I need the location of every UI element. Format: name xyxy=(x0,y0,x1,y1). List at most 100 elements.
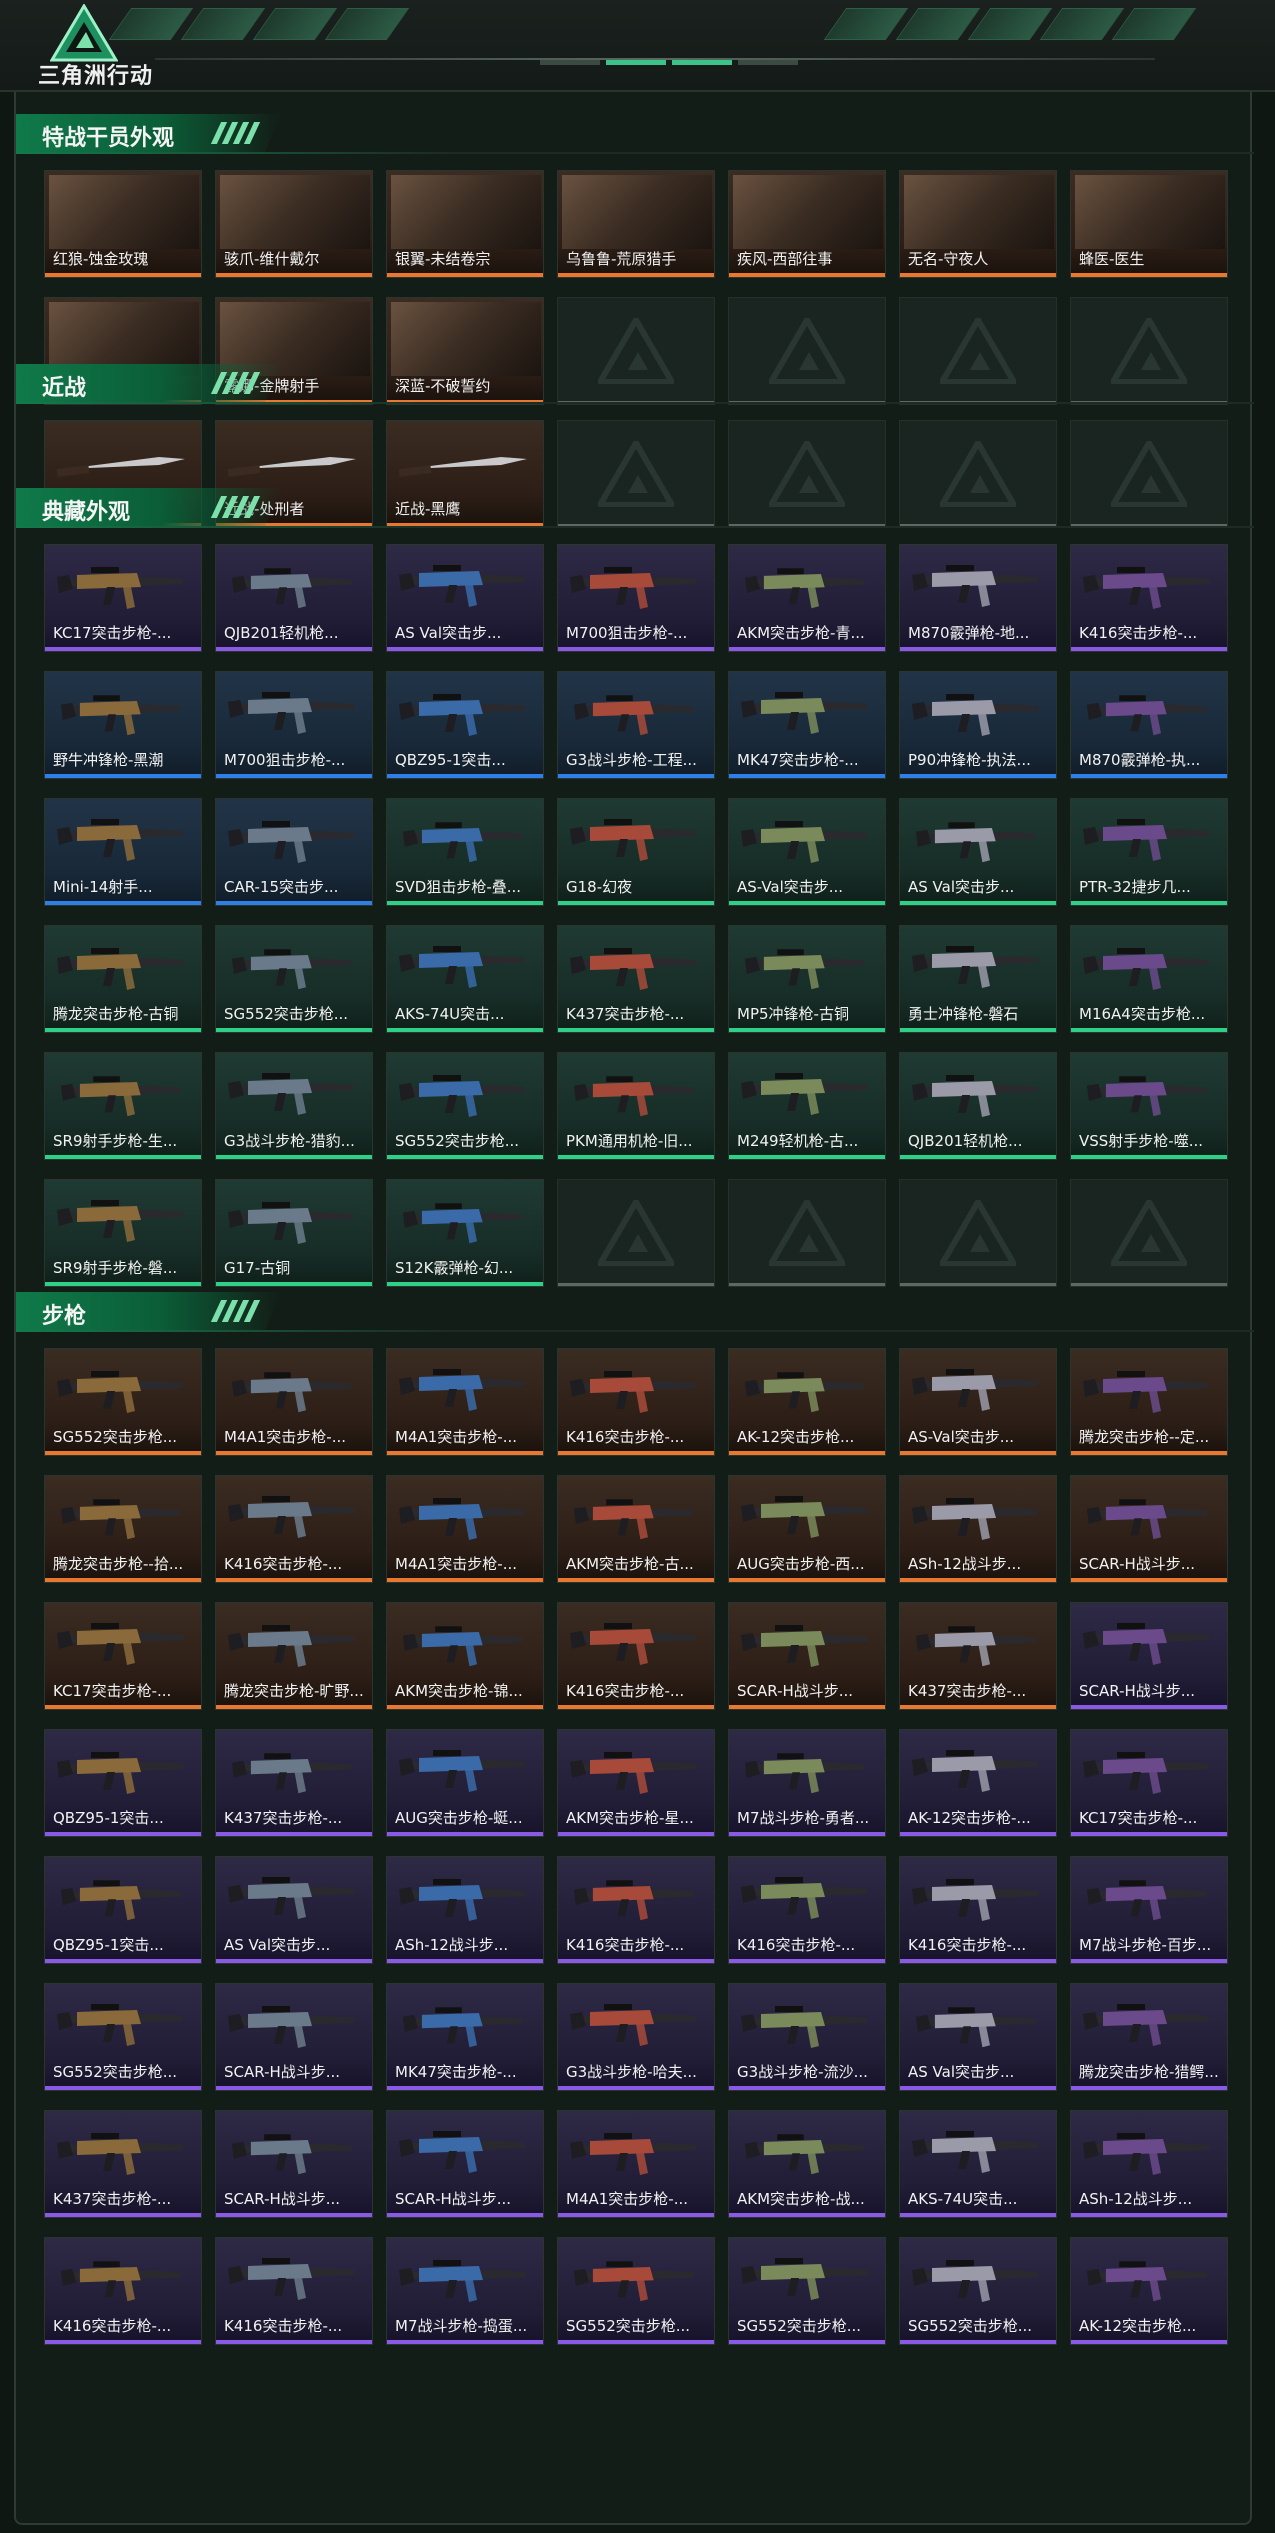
weapon-skin-card[interactable]: AS-Val突击步... xyxy=(899,1348,1057,1456)
weapon-skin-card[interactable]: SCAR-H战斗步... xyxy=(1070,1475,1228,1583)
weapon-skin-card[interactable]: AKS-74U突击... xyxy=(899,2110,1057,2218)
operator-skin-card[interactable]: 银翼-未结卷宗 xyxy=(386,170,544,278)
operator-skin-card[interactable]: 蜂医-医生 xyxy=(1070,170,1228,278)
weapon-skin-card[interactable]: PTR-32捷步几... xyxy=(1070,798,1228,906)
weapon-skin-card[interactable]: AK-12突击步枪-... xyxy=(899,1729,1057,1837)
weapon-skin-card[interactable]: SCAR-H战斗步... xyxy=(215,1983,373,2091)
weapon-skin-card[interactable]: 腾龙突击步枪-旷野... xyxy=(215,1602,373,1710)
weapon-skin-card[interactable]: ASh-12战斗步... xyxy=(386,1856,544,1964)
operator-skin-card[interactable]: 乌鲁鲁-荒原猎手 xyxy=(557,170,715,278)
weapon-skin-card[interactable]: M7战斗步枪-勇者... xyxy=(728,1729,886,1837)
weapon-skin-card[interactable]: QBZ95-1突击... xyxy=(386,671,544,779)
weapon-skin-card[interactable]: K437突击步枪-... xyxy=(557,925,715,1033)
weapon-skin-card[interactable]: 腾龙突击步枪-猎鳄... xyxy=(1070,1983,1228,2091)
weapon-skin-card[interactable]: M4A1突击步枪-... xyxy=(215,1348,373,1456)
weapon-skin-card[interactable]: SG552突击步枪... xyxy=(215,925,373,1033)
weapon-skin-card[interactable]: K416突击步枪-... xyxy=(215,2237,373,2345)
weapon-skin-card[interactable]: M7战斗步枪-百步... xyxy=(1070,1856,1228,1964)
weapon-skin-card[interactable]: K416突击步枪-... xyxy=(557,1856,715,1964)
weapon-skin-card[interactable]: VSS射手步枪-噬... xyxy=(1070,1052,1228,1160)
weapon-skin-card[interactable]: G18-幻夜 xyxy=(557,798,715,906)
weapon-skin-card[interactable]: AKM突击步枪-青... xyxy=(728,544,886,652)
weapon-skin-card[interactable]: SG552突击步枪... xyxy=(557,2237,715,2345)
weapon-skin-card[interactable]: K416突击步枪-... xyxy=(1070,544,1228,652)
weapon-skin-card[interactable]: AKM突击步枪-锦... xyxy=(386,1602,544,1710)
weapon-skin-card[interactable]: M4A1突击步枪-... xyxy=(557,2110,715,2218)
weapon-skin-card[interactable]: K416突击步枪-... xyxy=(899,1856,1057,1964)
operator-skin-card[interactable]: 骇爪-维什戴尔 xyxy=(215,170,373,278)
weapon-skin-card[interactable]: PKM通用机枪-旧... xyxy=(557,1052,715,1160)
weapon-skin-card[interactable]: SR9射手步枪-生... xyxy=(44,1052,202,1160)
weapon-skin-card[interactable]: QBZ95-1突击... xyxy=(44,1729,202,1837)
weapon-skin-card[interactable]: AS Val突击步... xyxy=(899,1983,1057,2091)
weapon-skin-card[interactable]: SG552突击步枪... xyxy=(899,2237,1057,2345)
melee-skin-card[interactable]: 近战-黑鹰 xyxy=(386,420,544,528)
operator-skin-card[interactable]: 深蓝-不破誓约 xyxy=(386,297,544,405)
weapon-skin-card[interactable]: AUG突击步枪-西... xyxy=(728,1475,886,1583)
weapon-skin-card[interactable]: AKM突击步枪-古... xyxy=(557,1475,715,1583)
weapon-skin-card[interactable]: Mini-14射手... xyxy=(44,798,202,906)
weapon-skin-card[interactable]: AK-12突击步枪... xyxy=(728,1348,886,1456)
weapon-skin-card[interactable]: M4A1突击步枪-... xyxy=(386,1348,544,1456)
weapon-skin-card[interactable]: SG552突击步枪... xyxy=(728,2237,886,2345)
weapon-skin-card[interactable]: AUG突击步枪-蜓... xyxy=(386,1729,544,1837)
weapon-skin-card[interactable]: M7战斗步枪-捣蛋... xyxy=(386,2237,544,2345)
weapon-skin-card[interactable]: M700狙击步枪-... xyxy=(215,671,373,779)
weapon-skin-card[interactable]: QJB201轻机枪... xyxy=(899,1052,1057,1160)
weapon-skin-card[interactable]: SCAR-H战斗步... xyxy=(215,2110,373,2218)
weapon-skin-card[interactable]: M700狙击步枪-... xyxy=(557,544,715,652)
weapon-skin-card[interactable]: AS Val突击步... xyxy=(215,1856,373,1964)
weapon-skin-card[interactable]: 腾龙突击步枪-古铜 xyxy=(44,925,202,1033)
weapon-skin-card[interactable]: SCAR-H战斗步... xyxy=(386,2110,544,2218)
weapon-skin-card[interactable]: ASh-12战斗步... xyxy=(899,1475,1057,1583)
weapon-skin-card[interactable]: QJB201轻机枪... xyxy=(215,544,373,652)
weapon-skin-card[interactable]: SVD狙击步枪-叠... xyxy=(386,798,544,906)
weapon-skin-card[interactable]: 腾龙突击步枪--拾... xyxy=(44,1475,202,1583)
weapon-skin-card[interactable]: KC17突击步枪-... xyxy=(44,1602,202,1710)
weapon-skin-card[interactable]: SG552突击步枪... xyxy=(386,1052,544,1160)
weapon-skin-card[interactable]: AS-Val突击步... xyxy=(728,798,886,906)
weapon-skin-card[interactable]: G17-古铜 xyxy=(215,1179,373,1287)
weapon-skin-card[interactable]: K437突击步枪-... xyxy=(215,1729,373,1837)
weapon-skin-card[interactable]: K437突击步枪-... xyxy=(899,1602,1057,1710)
weapon-skin-card[interactable]: K416突击步枪-... xyxy=(557,1602,715,1710)
weapon-skin-card[interactable]: G3战斗步枪-工程... xyxy=(557,671,715,779)
weapon-skin-card[interactable]: KC17突击步枪-... xyxy=(44,544,202,652)
weapon-skin-card[interactable]: K416突击步枪-... xyxy=(557,1348,715,1456)
weapon-skin-card[interactable]: MK47突击步枪-... xyxy=(728,671,886,779)
weapon-skin-card[interactable]: K416突击步枪-... xyxy=(44,2237,202,2345)
weapon-skin-card[interactable]: AKS-74U突击... xyxy=(386,925,544,1033)
weapon-skin-card[interactable]: KC17突击步枪-... xyxy=(1070,1729,1228,1837)
weapon-skin-card[interactable]: SR9射手步枪-磐... xyxy=(44,1179,202,1287)
weapon-skin-card[interactable]: G3战斗步枪-流沙... xyxy=(728,1983,886,2091)
weapon-skin-card[interactable]: P90冲锋枪-执法... xyxy=(899,671,1057,779)
operator-skin-card[interactable]: 红狼-蚀金玫瑰 xyxy=(44,170,202,278)
weapon-skin-card[interactable]: AS Val突击步... xyxy=(386,544,544,652)
weapon-skin-card[interactable]: SG552突击步枪... xyxy=(44,1348,202,1456)
weapon-skin-card[interactable]: AKM突击步枪-星... xyxy=(557,1729,715,1837)
weapon-skin-card[interactable]: SCAR-H战斗步... xyxy=(728,1602,886,1710)
weapon-skin-card[interactable]: G3战斗步枪-哈夫... xyxy=(557,1983,715,2091)
weapon-skin-card[interactable]: MK47突击步枪-... xyxy=(386,1983,544,2091)
weapon-skin-card[interactable]: K437突击步枪-... xyxy=(44,2110,202,2218)
weapon-skin-card[interactable]: CAR-15突击步... xyxy=(215,798,373,906)
weapon-skin-card[interactable]: M870霰弹枪-地... xyxy=(899,544,1057,652)
weapon-skin-card[interactable]: AKM突击步枪-战... xyxy=(728,2110,886,2218)
weapon-skin-card[interactable]: ASh-12战斗步... xyxy=(1070,2110,1228,2218)
weapon-skin-card[interactable]: M870霰弹枪-执... xyxy=(1070,671,1228,779)
weapon-skin-card[interactable]: M4A1突击步枪-... xyxy=(386,1475,544,1583)
weapon-skin-card[interactable]: MP5冲锋枪-古铜 xyxy=(728,925,886,1033)
weapon-skin-card[interactable]: M249轻机枪-古... xyxy=(728,1052,886,1160)
weapon-skin-card[interactable]: K416突击步枪-... xyxy=(728,1856,886,1964)
weapon-skin-card[interactable]: M16A4突击步枪... xyxy=(1070,925,1228,1033)
weapon-skin-card[interactable]: AK-12突击步枪... xyxy=(1070,2237,1228,2345)
weapon-skin-card[interactable]: 勇士冲锋枪-磐石 xyxy=(899,925,1057,1033)
weapon-skin-card[interactable]: AS Val突击步... xyxy=(899,798,1057,906)
weapon-skin-card[interactable]: QBZ95-1突击... xyxy=(44,1856,202,1964)
operator-skin-card[interactable]: 无名-守夜人 xyxy=(899,170,1057,278)
weapon-skin-card[interactable]: 野牛冲锋枪-黑潮 xyxy=(44,671,202,779)
weapon-skin-card[interactable]: S12K霰弹枪-幻... xyxy=(386,1179,544,1287)
weapon-skin-card[interactable]: K416突击步枪-... xyxy=(215,1475,373,1583)
operator-skin-card[interactable]: 疾风-西部往事 xyxy=(728,170,886,278)
weapon-skin-card[interactable]: G3战斗步枪-猎豹... xyxy=(215,1052,373,1160)
